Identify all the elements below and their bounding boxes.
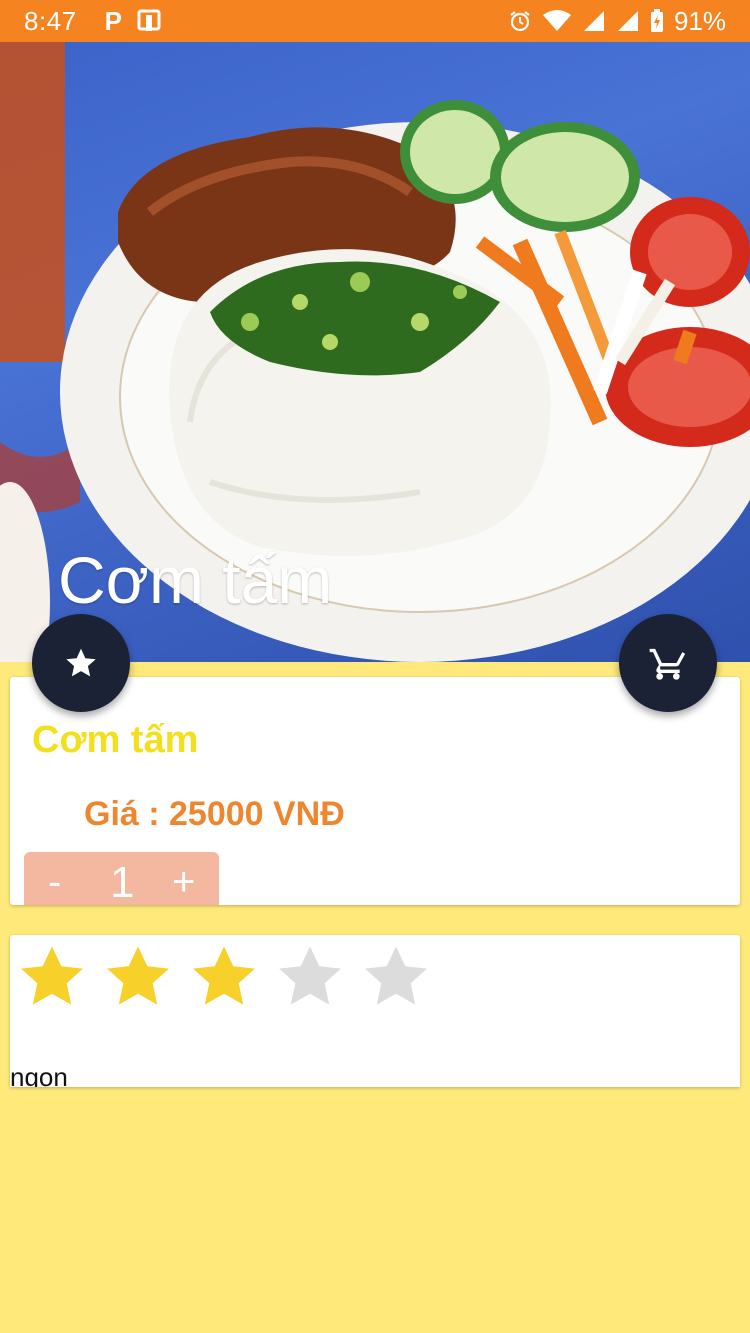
cart-icon — [649, 648, 686, 680]
review-card: ngon — [10, 935, 740, 1087]
quantity-stepper: - 1 + — [24, 852, 219, 907]
star-empty-icon[interactable] — [274, 941, 346, 1013]
add-to-cart-button[interactable] — [619, 614, 717, 712]
product-price: Giá : 25000 VNĐ — [84, 795, 345, 833]
signal-icon — [583, 11, 604, 31]
alarm-icon — [510, 11, 530, 32]
battery-icon — [650, 9, 663, 32]
quantity-value: 1 — [110, 858, 135, 907]
status-time: 8:47 — [24, 5, 77, 36]
review-text: ngon — [10, 1062, 68, 1087]
battery-percent: 91% — [673, 5, 726, 36]
star-filled-icon[interactable] — [102, 941, 174, 1013]
quantity-increase-button[interactable]: + — [172, 860, 195, 905]
quantity-decrease-button[interactable]: - — [48, 860, 61, 905]
rating-stars[interactable] — [16, 941, 432, 1013]
signal-icon-2 — [617, 11, 638, 31]
product-name: Cơm tấm — [32, 719, 199, 761]
food-image: Cơm tấm — [0, 42, 750, 662]
wifi-icon — [542, 10, 571, 31]
star-filled-icon[interactable] — [16, 941, 88, 1013]
parking-app-icon: P — [104, 5, 122, 36]
favorite-button[interactable] — [32, 614, 130, 712]
notification-app-icon — [137, 9, 161, 31]
hero-title: Cơm tấm — [58, 543, 333, 617]
product-info-card: Cơm tấm Giá : 25000 VNĐ - 1 + — [10, 677, 740, 907]
star-filled-icon[interactable] — [188, 941, 260, 1013]
star-empty-icon[interactable] — [360, 941, 432, 1013]
status-bar: 8:47 P 91% — [0, 0, 750, 42]
star-icon — [66, 648, 96, 677]
